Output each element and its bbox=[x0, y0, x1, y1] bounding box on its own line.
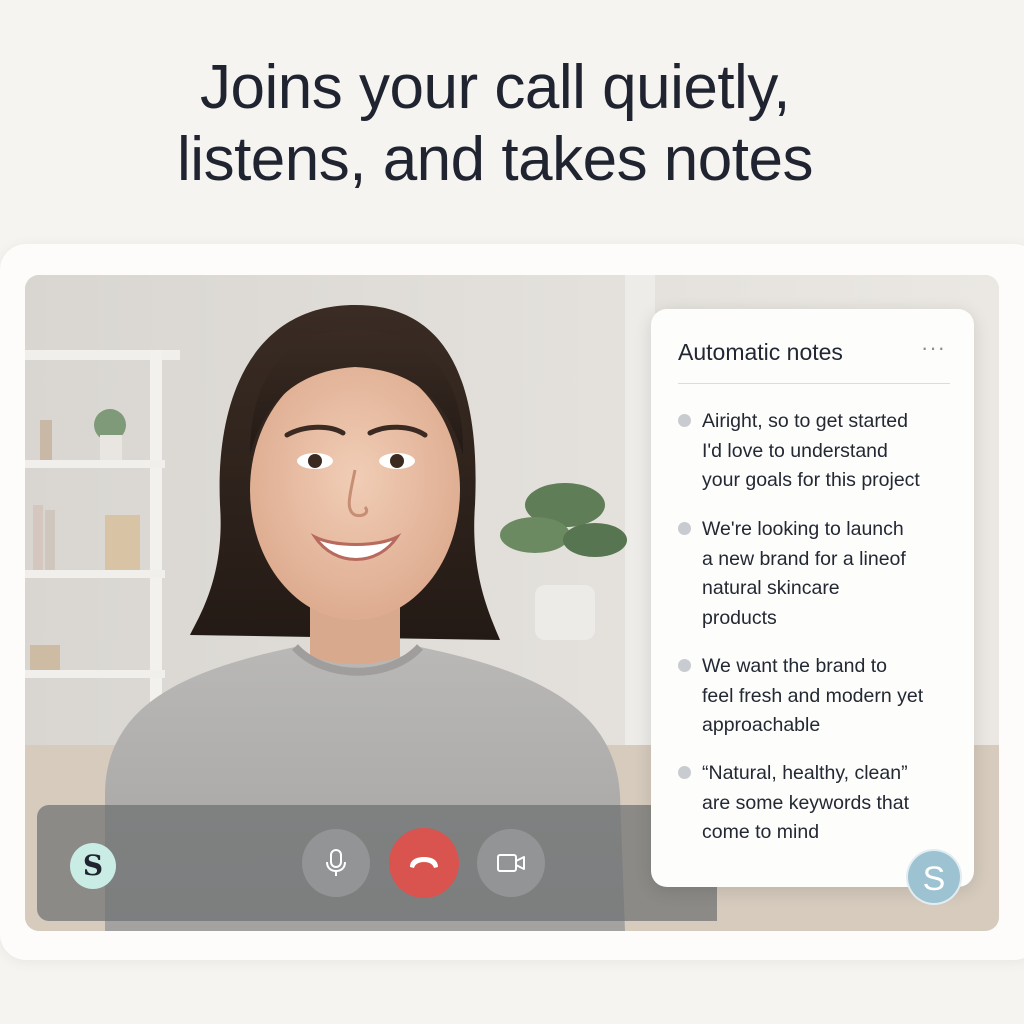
phone-hangup-icon bbox=[410, 857, 438, 868]
bullet-icon bbox=[678, 766, 691, 779]
note-text: “Natural, healthy, clean” are some keywo… bbox=[702, 762, 910, 843]
camera-button[interactable] bbox=[477, 829, 545, 897]
participant-avatar[interactable]: S bbox=[70, 843, 116, 889]
note-text: Airight, so to get started I'd love to u… bbox=[702, 410, 920, 491]
more-options-icon[interactable]: ··· bbox=[921, 335, 946, 361]
bullet-icon bbox=[678, 414, 691, 427]
face bbox=[250, 360, 460, 620]
call-control-bar bbox=[37, 805, 717, 921]
microphone-icon bbox=[326, 849, 346, 876]
notes-title: Automatic notes bbox=[678, 339, 843, 365]
assistant-avatar[interactable]: S bbox=[906, 849, 962, 905]
headline: Joins your call quietly, listens, and ta… bbox=[0, 52, 990, 196]
video-camera-icon bbox=[497, 854, 525, 872]
end-call-button[interactable] bbox=[389, 828, 459, 898]
headline-line-2: listens, and takes notes bbox=[177, 125, 813, 194]
bullet-icon bbox=[678, 659, 691, 672]
bullet-icon bbox=[678, 522, 691, 535]
automatic-notes-panel: Automatic notes ··· Airight, so to get s… bbox=[651, 309, 974, 887]
mute-button[interactable] bbox=[302, 829, 370, 897]
headline-line-1: Joins your call quietly, bbox=[200, 53, 790, 122]
note-text: We want the brand to feel fresh and mode… bbox=[702, 655, 924, 736]
note-text: We're looking to launch a new brand for … bbox=[702, 518, 906, 629]
notes-divider bbox=[678, 383, 950, 384]
